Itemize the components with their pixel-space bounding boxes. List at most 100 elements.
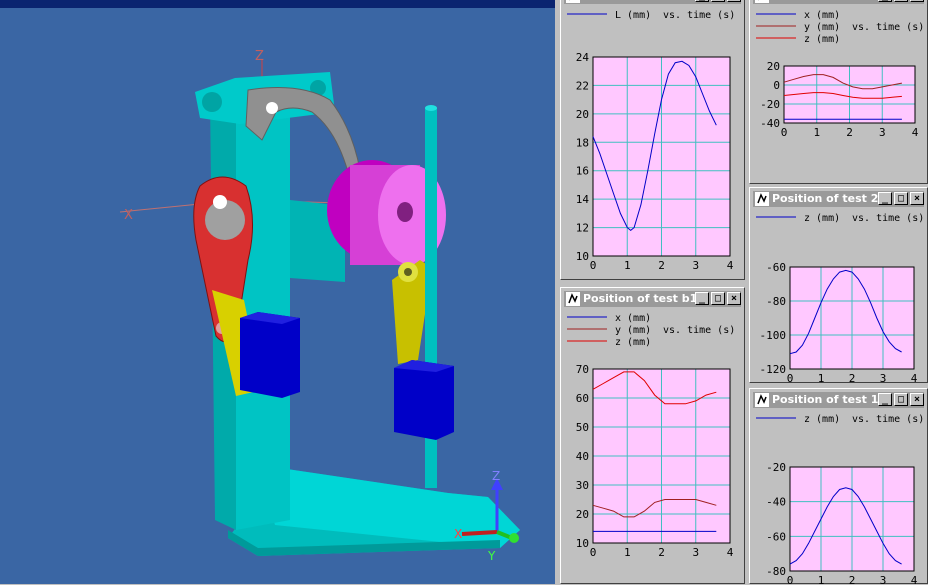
minimize-button[interactable]: _ — [878, 192, 892, 205]
x-tick-label: 3 — [692, 259, 699, 272]
maximize-button[interactable]: □ — [894, 0, 908, 2]
close-button[interactable]: × — [910, 393, 924, 406]
legend-axis-caption: vs. time (s) — [663, 10, 735, 21]
close-button[interactable]: × — [910, 0, 924, 2]
y-tick-label: 40 — [576, 450, 589, 463]
y-tick-label: 16 — [576, 165, 589, 178]
window-titlebar[interactable]: _□× — [564, 0, 741, 4]
y-tick-label: 20 — [576, 108, 589, 121]
close-button[interactable]: × — [727, 292, 741, 305]
x-tick-label: 0 — [590, 546, 597, 559]
plot-window-position-top[interactable]: _□× x (mm)y (mm) vs. time (s) z (mm) 0 1 2 3 4 -… — [749, 0, 928, 184]
minimize-button[interactable]: _ — [878, 393, 892, 406]
y-tick-label: -60 — [766, 261, 786, 274]
plot-app-icon — [755, 192, 769, 206]
y-tick-label: 10 — [576, 250, 589, 263]
plot-area-position-test-b1[interactable]: x (mm)y (mm) vs. time (s) z (mm) 0 1 2 3 4 10 20 3… — [561, 310, 746, 585]
triad-z-label: Z — [492, 469, 500, 483]
maximize-button[interactable]: □ — [894, 393, 908, 406]
x-tick-label: 2 — [849, 372, 856, 384]
y-tick-label: 70 — [576, 363, 589, 376]
slider-block-left — [240, 312, 300, 398]
y-tick-label: 22 — [576, 79, 589, 92]
plot-window-position-test-1[interactable]: Position of test 1 _ □ × z (mm) vs. time (s… — [749, 388, 928, 585]
y-tick-label: -20 — [760, 98, 780, 111]
minimize-button[interactable]: _ — [695, 292, 709, 305]
y-tick-label: -20 — [766, 461, 786, 474]
x-tick-label: 3 — [880, 372, 887, 384]
close-button[interactable]: × — [727, 0, 741, 2]
y-tick-label: -80 — [766, 565, 786, 578]
y-tick-label: 14 — [576, 193, 590, 206]
x-tick-label: 1 — [624, 259, 631, 272]
y-tick-label: 20 — [576, 508, 589, 521]
y-tick-label: 50 — [576, 421, 589, 434]
close-button[interactable]: × — [910, 192, 924, 205]
legend-axis-caption: vs. time (s) — [852, 213, 924, 224]
triad-y-label: Y — [487, 549, 496, 563]
plot-app-icon — [566, 0, 580, 3]
plot-app-icon — [755, 0, 769, 3]
plot-area-position-test-1[interactable]: z (mm) vs. time (s) 0 1 2 3 4 -80 -60 -40 -20 — [750, 411, 928, 585]
slider-block-right — [394, 360, 454, 440]
plot-app-icon — [755, 393, 769, 407]
plot-window-length[interactable]: _□× L (mm)vs. time (s)012341012141618202… — [560, 0, 745, 280]
legend-label: y (mm) — [615, 325, 651, 336]
legend-label: y (mm) — [804, 22, 840, 33]
x-tick-label: 4 — [727, 259, 734, 272]
y-tick-label: 10 — [576, 537, 589, 550]
y-tick-label: -40 — [766, 496, 786, 509]
legend-label: L (mm) — [615, 10, 651, 21]
y-tick-label: -100 — [760, 329, 787, 342]
plot-window-position-test-b1[interactable]: Position of test b1 _ □ × x (mm) y (mm) vs. … — [560, 287, 745, 584]
x-tick-label: 2 — [658, 546, 665, 559]
plot-area-position-test-2[interactable]: z (mm) vs. time (s) 0 1 2 3 4 -120 -100 -80 -60 — [750, 210, 928, 384]
triad-x-axis — [461, 530, 498, 536]
x-tick-label: 1 — [813, 126, 820, 139]
y-tick-label: 30 — [576, 479, 589, 492]
legend-axis-caption: vs. time (s) — [852, 22, 924, 33]
y-tick-label: -120 — [760, 363, 787, 376]
x-tick-label: 0 — [590, 259, 597, 272]
legend-axis-caption: vs. time (s) — [852, 414, 924, 425]
window-title: Position of test 2 — [772, 192, 879, 205]
legend-label: z (mm) — [615, 337, 651, 348]
window-titlebar[interactable]: Position of test 2 _ □ × — [753, 191, 924, 207]
mechanism-model: Z X Z X Y — [119, 49, 520, 563]
y-tick-label: -40 — [760, 117, 780, 130]
x-tick-label: 4 — [912, 126, 919, 139]
maximize-button[interactable]: □ — [711, 0, 725, 2]
x-tick-label: 2 — [846, 126, 853, 139]
minimize-button[interactable]: _ — [878, 0, 892, 2]
plot-area-length[interactable]: L (mm) vs. time (s)0 1 2 3 41012141618202224 — [561, 7, 746, 281]
plot-area-position-top[interactable]: x (mm)y (mm) vs. time (s) z (mm) 0 1 2 3 4 -40 -2… — [750, 7, 928, 185]
y-tick-label: 18 — [576, 136, 589, 149]
y-tick-label: 60 — [576, 392, 589, 405]
plot-window-position-test-2[interactable]: Position of test 2 _ □ × z (mm) vs. time (s… — [749, 187, 928, 384]
scene-x-label: X — [124, 208, 133, 223]
legend-label: z (mm) — [804, 34, 840, 45]
x-tick-label: 1 — [624, 546, 631, 559]
legend-label: z (mm) — [804, 414, 840, 425]
y-tick-label: -80 — [766, 295, 786, 308]
maximize-button[interactable]: □ — [711, 292, 725, 305]
y-tick-label: 12 — [576, 222, 589, 235]
x-tick-label: 1 — [818, 574, 825, 585]
legend-label: x (mm) — [615, 313, 651, 324]
legend-axis-caption: vs. time (s) — [663, 325, 735, 336]
x-tick-label: 1 — [818, 372, 825, 384]
y-tick-label: 20 — [767, 60, 780, 73]
x-tick-label: 0 — [787, 574, 794, 585]
x-tick-label: 4 — [727, 546, 734, 559]
scene-z-label: Z — [255, 49, 264, 64]
minimize-button[interactable]: _ — [695, 0, 709, 2]
window-titlebar[interactable]: _□× — [753, 0, 924, 4]
x-tick-label: 3 — [880, 574, 887, 585]
window-titlebar[interactable]: Position of test 1 _ □ × — [753, 392, 924, 408]
3d-viewport[interactable]: Z X Z X Y — [0, 0, 555, 584]
maximize-button[interactable]: □ — [894, 192, 908, 205]
window-titlebar[interactable]: Position of test b1 _ □ × — [564, 291, 741, 307]
x-tick-label: 0 — [781, 126, 788, 139]
plot-app-icon — [566, 292, 580, 306]
window-title: Position of test b1 — [583, 292, 698, 305]
